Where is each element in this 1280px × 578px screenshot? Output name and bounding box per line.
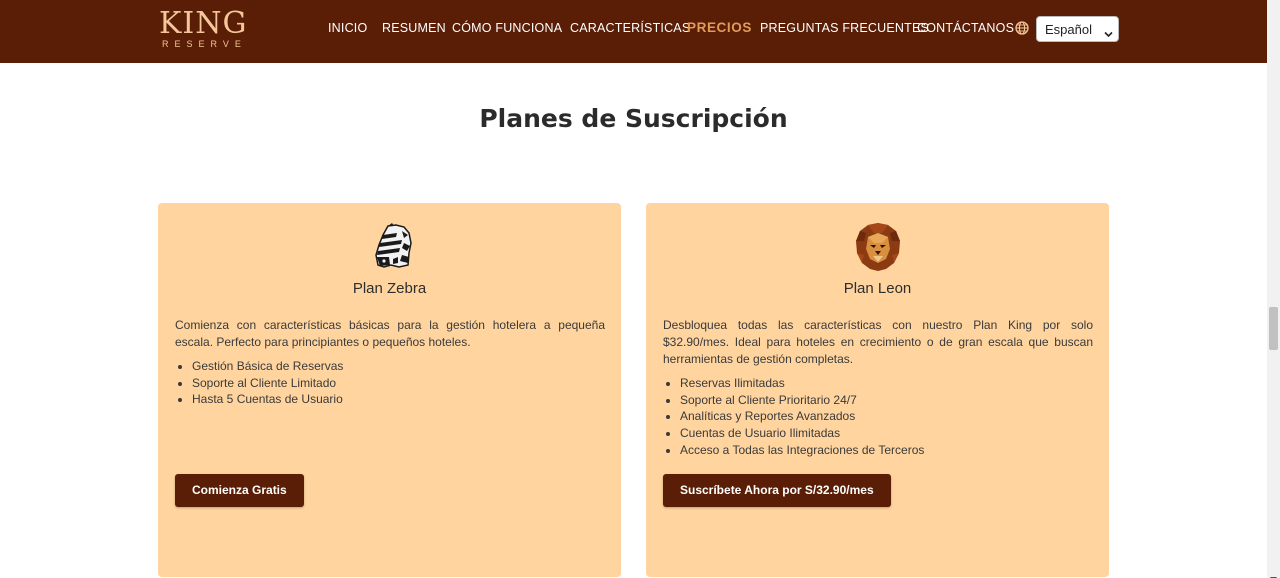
nav-link-inicio[interactable]: INICIO [328, 21, 367, 35]
plan-name: Plan Zebra [352, 280, 427, 297]
scroll-down-arrow-icon[interactable] [1270, 569, 1277, 578]
plan-feature-list: Reservas Ilimitadas Soporte al Cliente P… [680, 375, 1080, 459]
language-select-value: Español [1045, 22, 1092, 37]
plan-feature: Soporte al Cliente Limitado [192, 375, 592, 392]
plan-feature: Analíticas y Reportes Avanzados [680, 408, 1080, 425]
nav-link-contactanos[interactable]: CONTÁCTANOS [917, 21, 1014, 35]
language-select[interactable]: Español [1036, 16, 1119, 42]
logo[interactable]: KING RESERVE [158, 8, 254, 52]
start-free-button[interactable]: Comienza Gratis [175, 474, 304, 507]
plan-feature: Hasta 5 Cuentas de Usuario [192, 391, 592, 408]
page: KING RESERVE INICIO RESUMEN CÓMO FUNCION… [0, 0, 1280, 578]
navbar: KING RESERVE INICIO RESUMEN CÓMO FUNCION… [0, 0, 1267, 63]
logo-main-text: KING [159, 6, 248, 41]
nav-link-como-funciona[interactable]: CÓMO FUNCIONA [452, 21, 562, 35]
chevron-down-icon [1104, 26, 1113, 38]
plan-card-leon: Plan Leon Desbloquea todas las caracterí… [646, 203, 1109, 577]
plan-feature: Soporte al Cliente Prioritario 24/7 [680, 392, 1080, 409]
lion-icon [646, 221, 1109, 273]
plan-feature: Acceso a Todas las Integraciones de Terc… [680, 442, 1080, 459]
nav-link-caracteristicas[interactable]: CARACTERÍSTICAS [570, 21, 690, 35]
plan-feature: Gestión Básica de Reservas [192, 358, 592, 375]
plan-feature: Reservas Ilimitadas [680, 375, 1080, 392]
plan-feature-list: Gestión Básica de Reservas Soporte al Cl… [192, 358, 592, 408]
scrollbar-thumb[interactable] [1269, 307, 1278, 350]
plan-name: Plan Leon [843, 280, 912, 297]
plan-card-zebra: Plan Zebra Comienza con características … [158, 203, 621, 577]
nav-link-precios[interactable]: PRECIOS [687, 20, 752, 35]
globe-icon [1015, 21, 1029, 35]
plan-description: Desbloquea todas las características con… [663, 318, 1093, 366]
plan-description: Comienza con características básicas par… [175, 318, 605, 349]
logo-sub-text: RESERVE [162, 39, 247, 49]
zebra-icon [158, 221, 621, 273]
section-title: Planes de Suscripción [479, 104, 788, 133]
nav-link-resumen[interactable]: RESUMEN [382, 21, 446, 35]
subscribe-button[interactable]: Suscríbete Ahora por S/32.90/mes [663, 474, 891, 507]
scrollbar-track[interactable] [1267, 0, 1280, 578]
nav-link-preguntas-frecuentes[interactable]: PREGUNTAS FRECUENTES [760, 21, 929, 35]
plan-feature: Cuentas de Usuario Ilimitadas [680, 425, 1080, 442]
